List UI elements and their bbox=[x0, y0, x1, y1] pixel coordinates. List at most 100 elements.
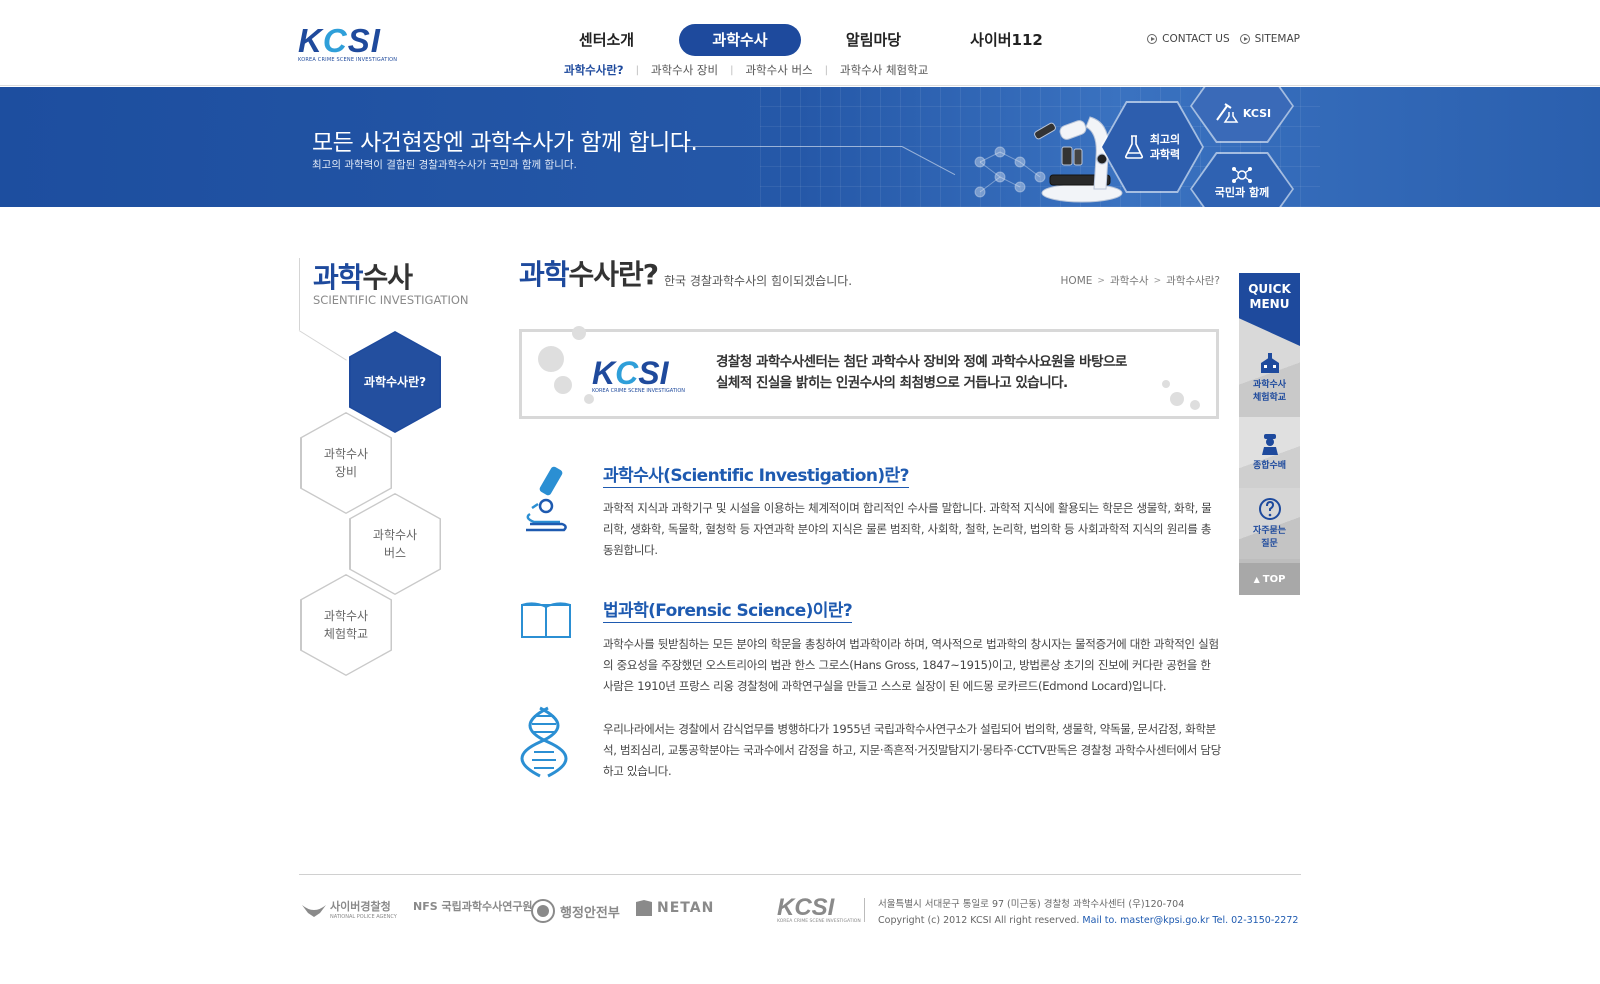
banner-divider-line bbox=[682, 146, 902, 147]
nav-center-intro[interactable]: 센터소개 bbox=[540, 24, 673, 56]
intro-logo: KCSI KOREA CRIME SCENE INVESTIGATION bbox=[592, 357, 686, 394]
footer-logo-nfs-label: NFS 국립과학수사연구원 bbox=[413, 900, 533, 913]
footer-logo-police-sub: NATIONAL POLICE AGENCY bbox=[330, 914, 397, 920]
quick-menu-title2: MENU bbox=[1249, 297, 1290, 311]
logo-mark: KCSI bbox=[298, 22, 381, 59]
intro-text: 경찰청 과학수사센터는 첨단 과학수사 장비와 정예 과학수사요원을 바탕으로 … bbox=[716, 352, 1127, 394]
quick-item-label: 질문 bbox=[1261, 538, 1278, 549]
sub-nav: 과학수사란? | 과학수사 장비 | 과학수사 버스 | 과학수사 체험학교 bbox=[564, 62, 928, 78]
scroll-top-button[interactable]: ▲ TOP bbox=[1239, 563, 1300, 595]
seal-icon bbox=[531, 899, 555, 923]
hex-best-line2: 과학력 bbox=[1149, 148, 1181, 161]
logo-subtitle: KOREA CRIME SCENE INVESTIGATION bbox=[298, 57, 398, 63]
lnb-item-bus[interactable]: 과학수사버스 bbox=[349, 493, 441, 595]
page-title-blue: 과학 bbox=[519, 258, 570, 291]
quick-menu-title1: QUICK bbox=[1248, 282, 1291, 296]
lnb-item-label: 장비 bbox=[334, 465, 358, 479]
lnb-item-school[interactable]: 과학수사 체험학교 bbox=[300, 574, 392, 676]
page-title: 과학수사란? bbox=[519, 253, 660, 293]
decor-bubble bbox=[1170, 392, 1184, 406]
intro-logo-subtitle: KOREA CRIME SCENE INVESTIGATION bbox=[592, 388, 686, 394]
lnb-item-label: 과학수사 bbox=[323, 609, 369, 623]
quick-menu: QUICK MENU 과학수사 체험학교 종합수배 자주묻는 질문 ▲ TOP bbox=[1239, 273, 1300, 595]
lnb-title-blue: 과학 bbox=[313, 261, 364, 294]
footer-logo-police[interactable]: 사이버경찰청 NATIONAL POLICE AGENCY bbox=[300, 898, 397, 920]
quick-item-label: 종합수배 bbox=[1252, 461, 1287, 471]
decor-bubble bbox=[572, 326, 586, 340]
decor-bubble bbox=[1162, 380, 1170, 388]
decor-bubble bbox=[538, 346, 564, 372]
netan-icon bbox=[636, 900, 652, 916]
nav-cyber112[interactable]: 사이버112 bbox=[940, 24, 1073, 56]
subnav-equipment[interactable]: 과학수사 장비 bbox=[651, 62, 718, 78]
contact-us-link[interactable]: CONTACT US bbox=[1147, 33, 1230, 45]
banner-subtitle: 최고의 과학력이 결합된 경찰과학수사가 국민과 함께 합니다. bbox=[312, 159, 577, 171]
section2-title: 법과학(Forensic Science)이란? bbox=[603, 596, 853, 623]
site-header: KCSI KOREA CRIME SCENE INVESTIGATION 센터소… bbox=[0, 0, 1600, 86]
decor-bubble bbox=[1190, 400, 1200, 410]
quick-item-label: 자주묻는 bbox=[1252, 525, 1287, 536]
officer-icon bbox=[1261, 434, 1278, 455]
breadcrumb-section[interactable]: 과학수사 bbox=[1110, 273, 1149, 288]
quick-item-faq[interactable]: 자주묻는 질문 bbox=[1239, 488, 1300, 559]
sitemap-link[interactable]: SITEMAP bbox=[1239, 33, 1300, 45]
subnav-what-is[interactable]: 과학수사란? bbox=[564, 62, 624, 78]
lnb-item-equipment[interactable]: 과학수사장비 bbox=[300, 412, 392, 514]
lnb-decor-line bbox=[299, 258, 300, 330]
intro-line2: 실체적 진실을 밝히는 인권수사의 최첨병으로 거듭나고 있습니다. bbox=[716, 375, 1068, 391]
book-icon bbox=[521, 602, 571, 638]
footer-logo-nfs[interactable]: NFS 국립과학수사연구원 bbox=[413, 898, 533, 914]
page-title-rest: 수사란? bbox=[568, 258, 660, 291]
lnb-item-label: 과학수사 bbox=[323, 447, 369, 461]
footer-contact[interactable]: Mail to. master@kpsi.go.kr Tel. 02-3150-… bbox=[1082, 915, 1298, 926]
lnb-title: 과학수사 bbox=[313, 256, 413, 296]
subnav-school[interactable]: 과학수사 체험학교 bbox=[840, 62, 928, 78]
triangle-up-icon: ▲ bbox=[1253, 574, 1260, 584]
quick-item-label: 체험학교 bbox=[1252, 392, 1287, 403]
footer-address: 서울특별시 서대문구 통일로 97 (미근동) 경찰청 과학수사센터 (우)12… bbox=[878, 899, 1185, 910]
section1-title: 과학수사(Scientific Investigation)란? bbox=[603, 461, 909, 488]
footer-logo-kcsi[interactable]: KCSI KOREA CRIME SCENE INVESTIGATION bbox=[777, 894, 861, 925]
lnb-subtitle: SCIENTIFIC INVESTIGATION bbox=[313, 293, 469, 307]
top-label: TOP bbox=[1262, 573, 1286, 585]
intro-box: KCSI KOREA CRIME SCENE INVESTIGATION 경찰청… bbox=[519, 326, 1219, 419]
eagle-icon bbox=[302, 905, 326, 917]
nav-forensic[interactable]: 과학수사 bbox=[679, 24, 801, 56]
footer-logo-netan[interactable]: NETAN bbox=[634, 898, 714, 918]
flask-icon bbox=[1124, 135, 1143, 159]
hex-best-line1: 최고의 bbox=[1149, 133, 1181, 146]
lnb-decor-line bbox=[298, 330, 347, 361]
sitemap-label: SITEMAP bbox=[1254, 33, 1300, 45]
footer-address-block: 서울특별시 서대문구 통일로 97 (미근동) 경찰청 과학수사센터 (우)12… bbox=[878, 897, 1298, 929]
footer-divider-vertical bbox=[864, 898, 865, 922]
footer-logo-mopas-label: 행정안전부 bbox=[560, 905, 620, 921]
arrow-circle-icon bbox=[1147, 34, 1158, 44]
subnav-bus[interactable]: 과학수사 버스 bbox=[745, 62, 812, 78]
lnb-item-what-is[interactable]: 과학수사란? bbox=[349, 331, 441, 433]
hex-people-label: 국민과 함께 bbox=[1214, 185, 1270, 199]
breadcrumb-current: 과학수사란? bbox=[1166, 275, 1220, 287]
question-icon bbox=[1258, 497, 1281, 520]
lnb-item-label: 과학수사 bbox=[372, 528, 418, 542]
molecule-icon bbox=[1232, 166, 1252, 183]
quick-item-label: 과학수사 bbox=[1252, 379, 1287, 390]
nav-notice[interactable]: 알림마당 bbox=[807, 24, 940, 56]
footer-logo-netan-label: NETAN bbox=[657, 900, 715, 916]
chevron-right-icon: > bbox=[1097, 275, 1105, 286]
breadcrumb-home[interactable]: HOME bbox=[1061, 275, 1093, 287]
site-logo[interactable]: KCSI KOREA CRIME SCENE INVESTIGATION bbox=[298, 24, 408, 64]
quick-item-wanted[interactable]: 종합수배 bbox=[1239, 417, 1300, 488]
section2-paragraph2: 우리나라에서는 경찰에서 감식업무를 병행하다가 1955년 국립과학수사연구소… bbox=[603, 722, 1221, 778]
footer-logo-mopas[interactable]: 행정안전부 bbox=[530, 898, 620, 924]
section2-paragraph1: 과학수사를 뒷받침하는 모든 분야의 학문을 총칭하여 법과학이라 하며, 역사… bbox=[603, 637, 1219, 693]
hex-kcsi-label: KCSI bbox=[1242, 106, 1272, 120]
footer-logo-kcsi-mark: KCSI bbox=[777, 894, 835, 921]
microscope-icon bbox=[526, 466, 567, 532]
main-nav: 센터소개 과학수사 알림마당 사이버112 bbox=[540, 24, 1073, 56]
dna-icon bbox=[520, 706, 568, 778]
lnb-item-label: 버스 bbox=[383, 546, 407, 560]
page-description: 한국 경찰과학수사의 힘이되겠습니다. bbox=[664, 274, 853, 288]
section1-paragraph: 과학적 지식과 과학기구 및 시설을 이용하는 체계적이며 합리적인 수사를 말… bbox=[603, 501, 1212, 557]
footer-copyright: Copyright (c) 2012 KCSI All right reserv… bbox=[878, 915, 1080, 926]
decor-bubble bbox=[554, 376, 572, 394]
